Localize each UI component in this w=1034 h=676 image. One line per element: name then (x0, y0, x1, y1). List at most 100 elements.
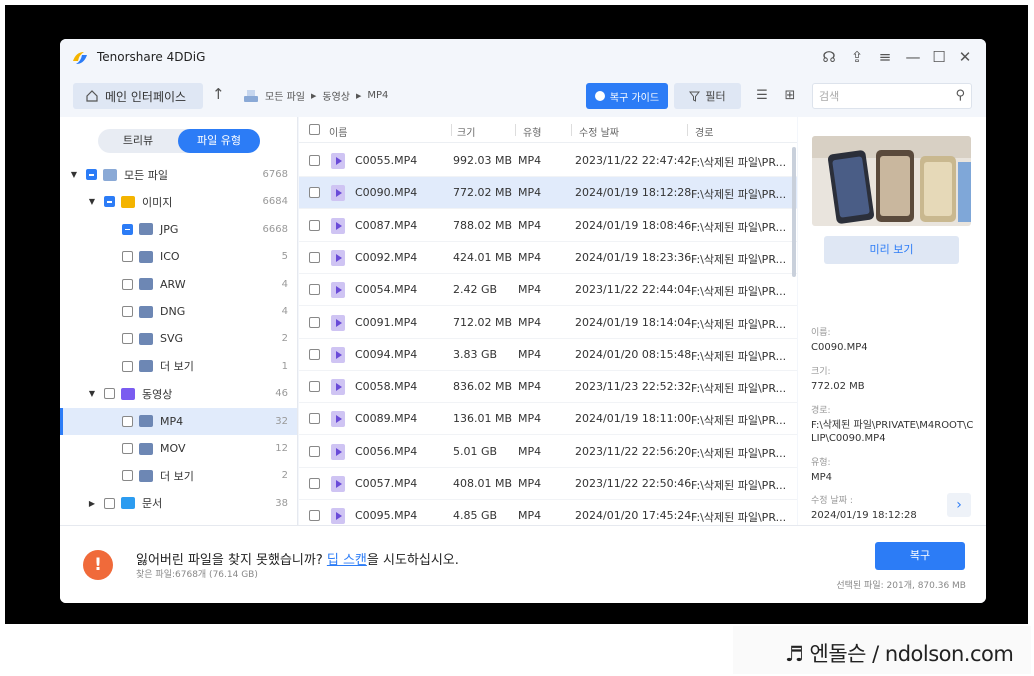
cell-date: 2023/11/23 22:52:32 (575, 380, 692, 394)
row-checkbox[interactable] (309, 187, 320, 199)
tree-item-checkbox[interactable] (104, 388, 115, 400)
tree-item-checkbox[interactable] (122, 443, 133, 454)
tree-item-checkbox[interactable] (122, 360, 133, 372)
tree-item-checkbox[interactable] (122, 333, 133, 345)
video-file-icon (331, 282, 345, 299)
breadcrumb-item-all-files[interactable]: 모든 파일 (265, 88, 305, 103)
video-thumbnail (812, 136, 971, 226)
column-size[interactable]: 크기 (457, 124, 475, 139)
search-input[interactable] (819, 89, 949, 103)
cell-date: 2023/11/22 22:44:04 (575, 283, 692, 297)
tree-item-checkbox[interactable] (122, 278, 133, 290)
breadcrumb-item-mp4[interactable]: MP4 (367, 90, 388, 101)
tree-item[interactable]: 더 보기 1 (60, 353, 297, 380)
expand-toggle-icon[interactable]: ▶ (86, 499, 98, 508)
tree-item[interactable]: ARW 4 (60, 271, 297, 298)
table-row[interactable]: C0095.MP4 4.85 GB MP4 2024/01/20 17:45:24 F:… (299, 500, 797, 525)
row-checkbox[interactable] (309, 510, 320, 522)
row-checkbox[interactable] (309, 316, 320, 328)
column-modified-date[interactable]: 수정 날짜 (579, 124, 619, 139)
tree-item-checkbox[interactable] (86, 169, 97, 180)
close-icon[interactable]: ✕ (955, 47, 975, 67)
breadcrumb-item-video[interactable]: 동영상 (322, 88, 350, 103)
cell-size: 5.01 GB (453, 444, 498, 458)
file-list-scrollbar[interactable] (792, 147, 796, 277)
tree-item[interactable]: DNG 4 (60, 298, 297, 325)
cell-date: 2023/11/22 22:47:42 (575, 154, 692, 167)
column-path[interactable]: 경로 (695, 124, 713, 139)
cell-name: C0090.MP4 (355, 186, 418, 200)
column-name[interactable]: 이름 (329, 124, 347, 139)
tree-item-checkbox[interactable] (122, 251, 133, 263)
table-row[interactable]: C0057.MP4 408.01 MB MP4 2023/11/22 22:50:46… (299, 468, 797, 500)
table-row[interactable]: C0089.MP4 136.01 MB MP4 2024/01/19 18:11:00… (299, 403, 797, 436)
tree-item[interactable]: ICO 5 (60, 243, 297, 270)
table-row[interactable]: C0054.MP4 2.42 GB MP4 2023/11/22 22:44:04 F:… (299, 274, 797, 307)
expand-toggle-icon[interactable]: ▼ (86, 197, 98, 206)
tab-file-type[interactable]: 파일 유형 (178, 129, 260, 153)
table-row[interactable]: C0058.MP4 836.02 MB MP4 2023/11/23 22:52:32… (299, 371, 797, 404)
cell-size: 788.02 MB (453, 218, 513, 232)
row-checkbox[interactable] (309, 219, 320, 231)
tree-item-label: ICO (160, 250, 180, 264)
preview-button[interactable]: 미리 보기 (824, 236, 959, 264)
recovery-guide-button[interactable]: 복구 가이드 (586, 83, 668, 109)
row-checkbox[interactable] (309, 284, 320, 296)
search-icon[interactable]: ⚲ (955, 88, 965, 103)
table-row[interactable]: C0087.MP4 788.02 MB MP4 2024/01/19 18:08:46… (299, 210, 797, 242)
deep-scan-link[interactable]: 딥 스캔 (327, 553, 367, 568)
maximize-icon[interactable]: ☐ (929, 47, 949, 67)
toolbar: 메인 인터페이스 ↑ 모든 파일 ▶ 동영상 ▶ MP4 복구 가이드 필터 ☰… (60, 77, 986, 117)
cell-path: F:\삭제된 파일\PR... (691, 285, 787, 299)
tree-item[interactable]: ▼ 모든 파일 6768 (60, 161, 297, 188)
tree-item[interactable]: SVG 2 (60, 325, 297, 352)
row-checkbox[interactable] (309, 381, 320, 393)
table-row[interactable]: C0091.MP4 712.02 MB MP4 2024/01/19 18:14:04… (299, 307, 797, 339)
list-view-icon[interactable]: ☰ (750, 83, 774, 109)
row-checkbox[interactable] (309, 155, 320, 166)
cell-path: F:\삭제된 파일\PR... (691, 349, 787, 363)
recover-button[interactable]: 복구 (875, 542, 965, 570)
row-checkbox[interactable] (309, 251, 320, 263)
row-checkbox[interactable] (309, 478, 320, 489)
up-arrow-icon[interactable]: ↑ (212, 85, 225, 103)
tree-item-checkbox[interactable] (104, 497, 115, 509)
tree-item-checkbox[interactable] (122, 415, 133, 427)
column-type[interactable]: 유형 (523, 124, 541, 139)
table-row[interactable]: C0056.MP4 5.01 GB MP4 2023/11/22 22:56:20 F:… (299, 436, 797, 468)
tree-item[interactable]: MP4 32 (60, 407, 297, 435)
minimize-icon[interactable]: — (903, 47, 923, 67)
headset-icon[interactable]: ☊ (819, 47, 839, 67)
tree-item-checkbox[interactable] (104, 196, 115, 208)
tree-item[interactable]: ▼ 동영상 46 (60, 380, 297, 407)
tab-tree-view[interactable]: 트리뷰 (98, 129, 178, 153)
tree-item[interactable]: MOV 12 (60, 435, 297, 462)
cell-date: 2023/11/22 22:50:46 (575, 477, 692, 490)
expand-toggle-icon[interactable]: ▼ (86, 389, 98, 398)
select-all-checkbox[interactable] (309, 124, 320, 135)
preview-path-value: F:\삭제된 파일\PRIVATE\M4ROOT\CLIP\C0090.MP4 (811, 420, 974, 444)
expand-toggle-icon[interactable]: ▼ (68, 170, 80, 179)
row-checkbox[interactable] (309, 445, 320, 457)
table-row[interactable]: C0092.MP4 424.01 MB MP4 2024/01/19 18:23:36… (299, 242, 797, 274)
preview-panel: 미리 보기 이름: C0090.MP4 크기: 772.02 MB 경로: F:… (798, 117, 986, 525)
tree-item-count: 2 (281, 470, 288, 482)
tree-item-checkbox[interactable] (122, 223, 133, 235)
menu-icon[interactable]: ≡ (875, 47, 895, 67)
filter-button[interactable]: 필터 (674, 83, 741, 109)
tree-item-checkbox[interactable] (122, 306, 133, 317)
tree-item-checkbox[interactable] (122, 470, 133, 482)
tree-item[interactable]: ▶ 문서 38 (60, 490, 297, 517)
row-checkbox[interactable] (309, 413, 320, 425)
row-checkbox[interactable] (309, 348, 320, 360)
table-row[interactable]: C0094.MP4 3.83 GB MP4 2024/01/20 08:15:48 F:… (299, 339, 797, 371)
share-icon[interactable]: ⇪ (847, 47, 867, 67)
tree-item[interactable]: ▼ 이미지 6684 (60, 188, 297, 215)
grid-view-icon[interactable]: ⊞ (778, 83, 802, 109)
table-row[interactable]: C0055.MP4 992.03 MB MP4 2023/11/22 22:47:42… (299, 145, 797, 177)
chevron-right-icon[interactable]: › (947, 493, 971, 517)
tree-item[interactable]: 더 보기 2 (60, 462, 297, 489)
main-interface-button[interactable]: 메인 인터페이스 (73, 83, 203, 109)
tree-item[interactable]: JPG 6668 (60, 216, 297, 243)
table-row[interactable]: C0090.MP4 772.02 MB MP4 2024/01/19 18:12:28… (299, 177, 797, 210)
